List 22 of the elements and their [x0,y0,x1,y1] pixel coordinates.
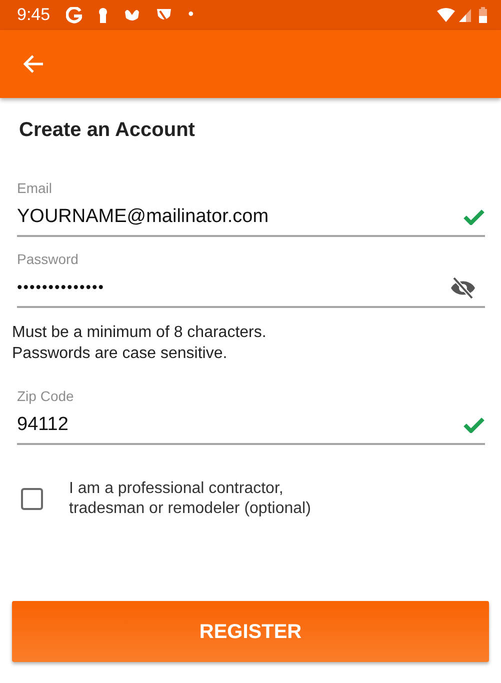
page-title: Create an Account [19,118,196,143]
wifi-icon [437,8,455,22]
password-field[interactable]: •••••••••••••• [17,270,485,308]
checkbox-label: I am a professional contractor, tradesman or remodeler (optional) [69,479,312,519]
battery-icon [479,7,487,23]
zip-field[interactable]: 94112 [17,407,485,445]
status-time: 9:45 [17,4,50,26]
hint-text: Must be a minimum of 8 characters. [12,323,268,343]
field-label: Zip Code [17,387,75,406]
hint-text: Passwords are case sensitive. [12,344,228,364]
google-icon [66,6,82,24]
back-button[interactable] [22,54,44,74]
signal-icon [459,8,471,22]
field-label: Email [17,179,54,198]
notification-dot: • [188,5,194,25]
email-field[interactable]: YOURNAME@mailinator.com [17,199,485,237]
checkbox[interactable] [21,488,43,510]
hidden-eye-icon[interactable] [449,276,477,300]
check-icon [463,416,485,433]
field-label: Password [17,250,80,269]
keyhole-icon [98,6,108,24]
check-icon [463,208,485,225]
